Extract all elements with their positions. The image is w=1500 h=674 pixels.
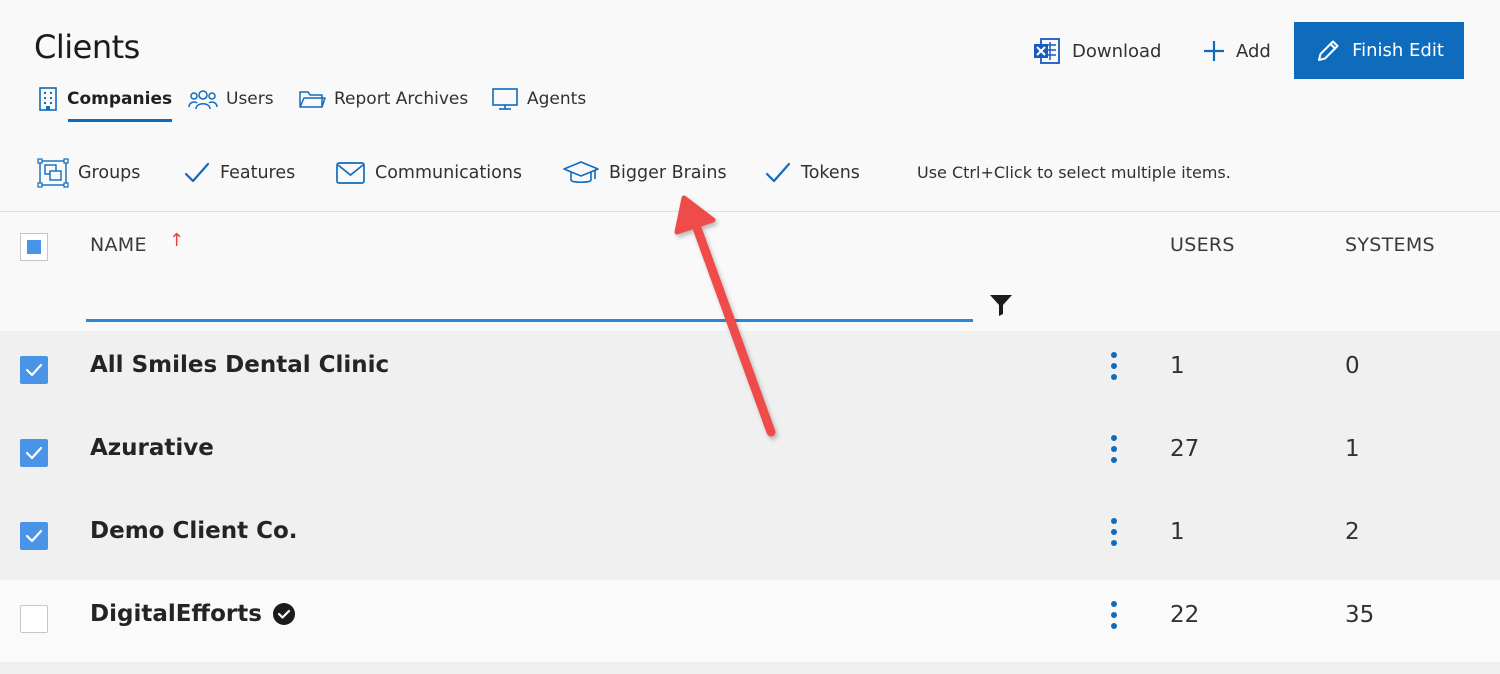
- tab-companies[interactable]: Companies: [37, 84, 173, 122]
- toolbar-label: Bigger Brains: [609, 163, 727, 183]
- row-checkbox[interactable]: [20, 356, 48, 384]
- company-name[interactable]: DigitalEfforts: [90, 601, 296, 627]
- active-tab-indicator: [68, 119, 173, 122]
- tokens-button[interactable]: Tokens: [764, 157, 860, 189]
- tab-agents[interactable]: Agents: [491, 84, 586, 114]
- users-count: 1: [1170, 353, 1185, 379]
- company-name-text: All Smiles Dental Clinic: [90, 352, 390, 378]
- tab-label: Companies: [67, 89, 173, 109]
- checkmark-icon: [184, 162, 210, 183]
- add-button[interactable]: Add: [1202, 34, 1271, 68]
- table-row[interactable]: Demo Client Co. 1 2: [0, 497, 1500, 580]
- verified-badge-icon: [272, 603, 295, 625]
- systems-count: 35: [1345, 602, 1375, 628]
- features-button[interactable]: Features: [183, 157, 295, 189]
- row-checkbox[interactable]: [20, 605, 48, 633]
- column-header-users[interactable]: USERS: [1170, 234, 1235, 256]
- row-more-options-icon[interactable]: [1108, 435, 1120, 463]
- filter-underline: [86, 319, 973, 322]
- systems-count: 1: [1345, 436, 1360, 462]
- groups-icon: [37, 158, 69, 188]
- indeterminate-mark: [27, 240, 41, 254]
- tab-report-archives[interactable]: Report Archives: [298, 84, 468, 114]
- toolbar-divider: [0, 211, 1500, 212]
- row-checkbox[interactable]: [20, 439, 48, 467]
- users-count: 1: [1170, 519, 1185, 545]
- checkmark-icon: [25, 529, 43, 543]
- name-filter-input[interactable]: [86, 284, 973, 318]
- tab-users[interactable]: Users: [188, 84, 274, 114]
- filter-icon[interactable]: [989, 293, 1013, 317]
- multi-select-hint: Use Ctrl+Click to select multiple items.: [917, 163, 1231, 182]
- toolbar-label: Groups: [78, 163, 141, 183]
- company-name-text: DigitalEfforts: [90, 601, 262, 627]
- systems-count: 2: [1345, 519, 1360, 545]
- tab-label: Agents: [527, 89, 587, 109]
- select-all-checkbox[interactable]: [20, 233, 48, 261]
- bigger-brains-button[interactable]: Bigger Brains: [562, 157, 727, 189]
- company-name[interactable]: Demo Client Co.: [90, 518, 298, 544]
- excel-icon: [1034, 38, 1060, 64]
- company-name-text: Demo Client Co.: [90, 518, 298, 544]
- users-count: 22: [1170, 602, 1200, 628]
- communications-button[interactable]: Communications: [335, 157, 522, 189]
- next-row-edge: [0, 662, 1500, 674]
- page-title: Clients: [34, 28, 140, 66]
- pencil-icon: [1318, 40, 1339, 61]
- plus-icon: [1204, 41, 1224, 61]
- table-row[interactable]: DigitalEfforts 22 35: [0, 580, 1500, 663]
- finish-edit-label: Finish Edit: [1352, 40, 1444, 61]
- mail-icon: [336, 162, 365, 184]
- row-more-options-icon[interactable]: [1108, 352, 1120, 380]
- checkmark-icon: [25, 446, 43, 460]
- row-more-options-icon[interactable]: [1108, 518, 1120, 546]
- company-name-text: Azurative: [90, 435, 214, 461]
- company-name[interactable]: All Smiles Dental Clinic: [90, 352, 389, 378]
- company-name[interactable]: Azurative: [90, 435, 214, 461]
- column-header-systems[interactable]: SYSTEMS: [1345, 234, 1435, 256]
- building-icon: [39, 87, 57, 111]
- checkmark-icon: [765, 162, 791, 183]
- toolbar-label: Features: [220, 163, 296, 183]
- finish-edit-button[interactable]: Finish Edit: [1294, 22, 1464, 79]
- monitor-icon: [492, 88, 518, 110]
- systems-count: 0: [1345, 353, 1360, 379]
- toolbar-label: Communications: [375, 163, 523, 183]
- toolbar-label: Tokens: [801, 163, 860, 183]
- users-count: 27: [1170, 436, 1200, 462]
- table-row[interactable]: All Smiles Dental Clinic 1 0: [0, 331, 1500, 414]
- groups-button[interactable]: Groups: [37, 157, 140, 189]
- table-row[interactable]: Azurative 27 1: [0, 414, 1500, 497]
- download-button[interactable]: Download: [1032, 34, 1161, 68]
- row-checkbox[interactable]: [20, 522, 48, 550]
- download-label: Download: [1072, 40, 1162, 62]
- graduation-cap-icon: [563, 161, 599, 184]
- tab-label: Report Archives: [334, 89, 469, 109]
- column-header-name[interactable]: NAME: [90, 234, 147, 256]
- add-label: Add: [1236, 40, 1271, 62]
- tab-label: Users: [226, 89, 274, 109]
- people-icon: [188, 90, 218, 110]
- checkmark-icon: [25, 363, 43, 377]
- sort-ascending-icon[interactable]: ↑: [169, 230, 184, 251]
- row-more-options-icon[interactable]: [1108, 601, 1120, 629]
- folder-icon: [299, 91, 326, 108]
